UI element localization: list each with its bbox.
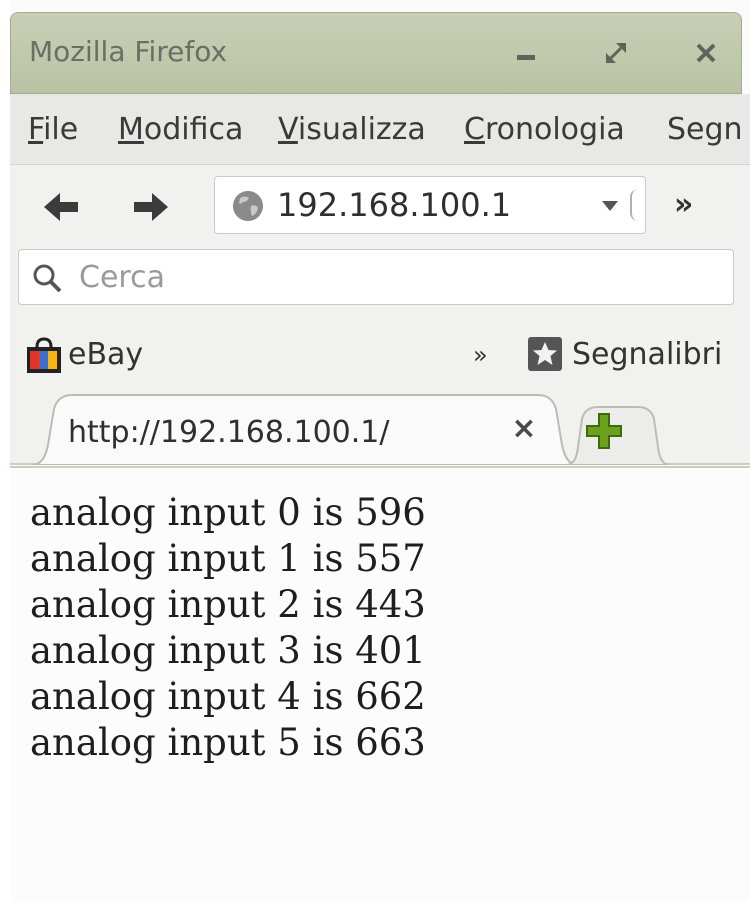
menu-file[interactable]: File	[28, 112, 78, 147]
dropdown-arrow-icon[interactable]	[600, 199, 620, 213]
globe-icon	[233, 191, 263, 221]
window-title: Mozilla Firefox	[29, 35, 228, 68]
maximize-button[interactable]	[596, 33, 636, 73]
menu-modifica-accel: M	[118, 112, 144, 147]
tab-title[interactable]: http://192.168.100.1/	[68, 415, 390, 450]
menu-file-accel: F	[28, 112, 44, 147]
analog-reading-list: analog input 0 is 596 analog input 1 is …	[30, 490, 426, 766]
back-button[interactable]	[40, 185, 84, 229]
bookmarks-toolbar: eBay » Segnalibri	[10, 305, 750, 385]
close-icon	[696, 43, 716, 63]
menu-bar: File Modifica Visualizza Cronologia Segn	[10, 94, 750, 165]
tab-strip: http://192.168.100.1/ ×	[10, 385, 750, 465]
menu-file-rest: ile	[43, 112, 79, 147]
menu-visualizza[interactable]: Visualizza	[278, 112, 426, 147]
menu-segnalibri[interactable]: Segn	[667, 112, 743, 147]
toolbar-overflow-icon[interactable]: »	[674, 187, 693, 222]
menu-modifica[interactable]: Modifica	[118, 112, 243, 147]
analog-reading-line: analog input 2 is 443	[30, 583, 426, 626]
analog-reading-line: analog input 5 is 663	[30, 721, 426, 764]
menu-segnalibri-label: Segn	[667, 112, 743, 147]
new-tab-button[interactable]	[582, 409, 626, 453]
minimize-button[interactable]	[506, 33, 546, 73]
menu-visualizza-accel: V	[278, 112, 298, 147]
search-icon	[33, 264, 62, 293]
page-content: analog input 0 is 596 analog input 1 is …	[10, 466, 750, 902]
tab-close-button[interactable]: ×	[506, 411, 542, 447]
menu-cronologia[interactable]: Cronologia	[464, 112, 625, 147]
bookmarks-overflow-icon[interactable]: »	[473, 341, 488, 369]
title-bar[interactable]: Mozilla Firefox	[10, 12, 742, 94]
menu-visualizza-rest: isualizza	[297, 112, 426, 147]
forward-arrow-icon	[134, 193, 168, 221]
maximize-icon	[606, 43, 626, 63]
plus-icon	[586, 413, 622, 449]
analog-reading-line: analog input 4 is 662	[30, 675, 426, 718]
bookmark-star-icon	[528, 337, 562, 371]
analog-reading-line: analog input 0 is 596	[30, 491, 426, 534]
url-text: 192.168.100.1	[277, 186, 512, 224]
bookmark-ebay-label: eBay	[68, 337, 144, 372]
analog-reading-line: analog input 3 is 401	[30, 629, 426, 672]
search-input[interactable]	[77, 256, 721, 298]
address-bar[interactable]: 192.168.100.1	[214, 176, 646, 234]
minimize-icon	[517, 55, 535, 60]
close-window-button[interactable]	[686, 33, 726, 73]
forward-button[interactable]	[128, 185, 172, 229]
reload-icon[interactable]	[630, 189, 642, 221]
back-arrow-icon	[44, 193, 78, 221]
browser-window: Mozilla Firefox File Modifica Visualizza…	[10, 0, 750, 902]
menu-modifica-rest: odifica	[143, 112, 244, 147]
analog-reading-line: analog input 1 is 557	[30, 537, 426, 580]
navigation-toolbar: 192.168.100.1 »	[10, 165, 750, 305]
bookmarks-menu-label: Segnalibri	[572, 337, 723, 372]
search-bar[interactable]	[18, 249, 734, 305]
menu-cronologia-rest: ronologia	[484, 112, 625, 147]
menu-cronologia-accel: C	[464, 112, 485, 147]
shopping-bag-icon	[27, 337, 61, 373]
